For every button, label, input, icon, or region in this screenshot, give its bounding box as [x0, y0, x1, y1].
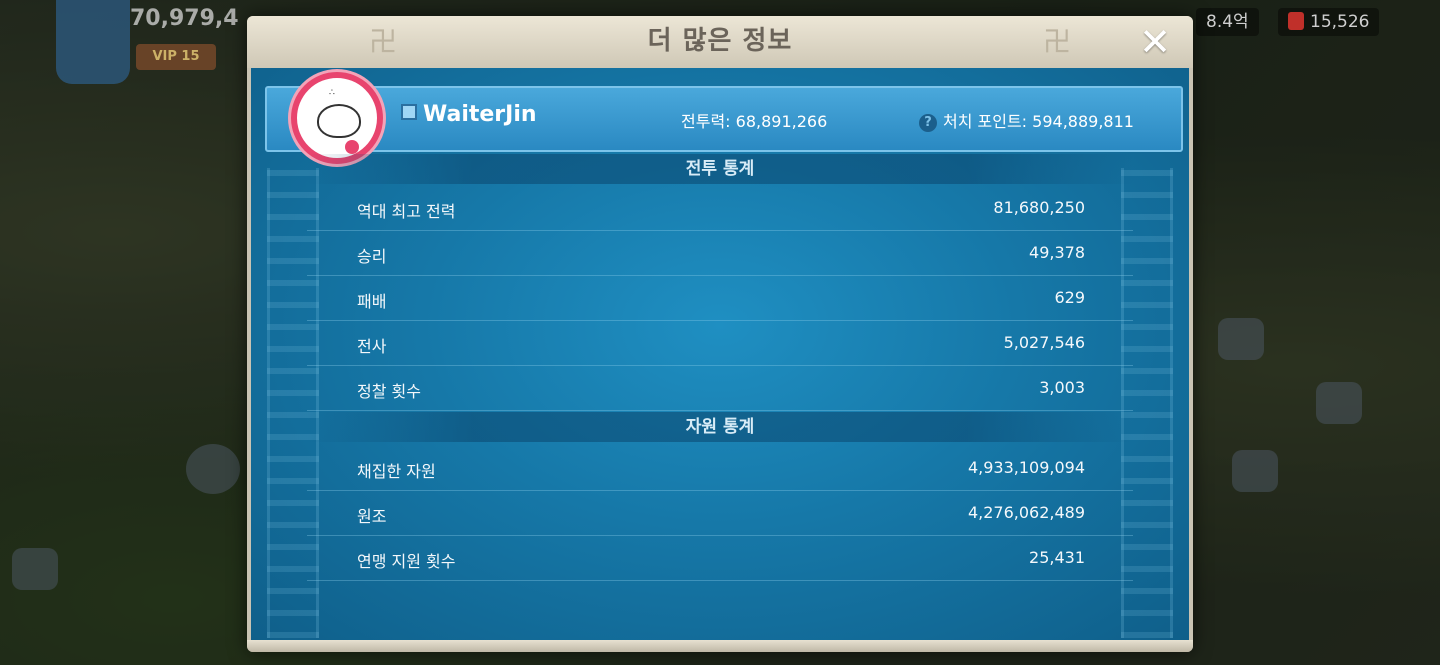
help-icon[interactable]: ?: [919, 114, 937, 132]
map-building-icon[interactable]: [1232, 450, 1278, 492]
kill-points-value: 594,889,811: [1032, 112, 1134, 131]
stat-value: 25,431: [1029, 548, 1085, 567]
stat-label: 원조: [357, 507, 387, 526]
close-button[interactable]: ✕: [1135, 22, 1175, 62]
power-value: 68,891,266: [735, 112, 828, 131]
modal-titlebar: 卍 더 많은 정보 卍 ✕: [247, 16, 1193, 68]
profile-header: ∴ WaiterJin 전투력: 68,891,266 ? 처치 포인트: 594…: [265, 72, 1183, 164]
kill-points-label: 처치 포인트:: [943, 112, 1028, 131]
stat-label: 연맹 지원 횟수: [357, 552, 456, 571]
hud-vip-badge[interactable]: VIP 15: [136, 44, 216, 70]
hud-resource-b-value: 15,526: [1310, 12, 1370, 32]
heart-icon: [345, 140, 359, 154]
stat-label: 전사: [357, 337, 387, 356]
hud-resource-a-value: 8.4억: [1206, 12, 1249, 32]
stat-value: 81,680,250: [993, 198, 1085, 217]
kill-points-stat: ? 처치 포인트: 594,889,811: [919, 108, 1134, 132]
battle-stats-header: 전투 통계: [307, 154, 1133, 184]
map-building-icon[interactable]: [1218, 318, 1264, 360]
power-label: 전투력:: [681, 112, 731, 131]
player-name[interactable]: WaiterJin: [401, 102, 537, 127]
power-stat: 전투력: 68,891,266: [681, 108, 827, 132]
copy-icon[interactable]: [401, 104, 417, 120]
stat-label: 정찰 횟수: [357, 382, 421, 401]
stat-row: 채집한 자원 4,933,109,094: [307, 446, 1133, 491]
stat-label: 채집한 자원: [357, 462, 436, 481]
player-name-text: WaiterJin: [423, 102, 537, 127]
hud-resource-b: 15,526: [1278, 8, 1380, 36]
stat-label: 역대 최고 전력: [357, 202, 456, 221]
stat-row: 정찰 횟수 3,003: [307, 366, 1133, 411]
resource-stats-header: 자원 통계: [307, 412, 1133, 442]
stat-value: 4,276,062,489: [967, 503, 1085, 522]
avatar-face-icon: [317, 104, 361, 138]
more-info-modal: 卍 더 많은 정보 卍 ✕ ∴ WaiterJin 전투력: 68,891,26…: [247, 16, 1193, 652]
hud-avatar-banner[interactable]: [56, 0, 130, 84]
player-avatar[interactable]: ∴: [291, 72, 383, 164]
map-building-icon[interactable]: [1316, 382, 1362, 424]
gem-icon: [1288, 12, 1304, 30]
map-building-icon[interactable]: [12, 548, 58, 590]
title-ornament-icon: 卍: [1042, 25, 1071, 58]
hud-resource-a: 8.4억: [1196, 8, 1259, 36]
stat-row: 패배 629: [307, 276, 1133, 321]
stat-label: 승리: [357, 247, 387, 266]
stat-row: 원조 4,276,062,489: [307, 491, 1133, 536]
avatar-caption-icon: ∴: [329, 88, 335, 98]
stat-row: 전사 5,027,546: [307, 321, 1133, 366]
hud-power: 70,979,4: [130, 6, 239, 31]
stat-value: 5,027,546: [1003, 333, 1085, 352]
stat-value: 4,933,109,094: [967, 458, 1085, 477]
stat-row: 승리 49,378: [307, 231, 1133, 276]
stat-value: 49,378: [1029, 243, 1085, 262]
stat-value: 3,003: [1039, 378, 1085, 397]
stat-row: 역대 최고 전력 81,680,250: [307, 186, 1133, 231]
stat-value: 629: [1054, 288, 1085, 307]
stat-row: 연맹 지원 횟수 25,431: [307, 536, 1133, 581]
modal-content: ∴ WaiterJin 전투력: 68,891,266 ? 처치 포인트: 594…: [251, 68, 1189, 640]
map-building-icon[interactable]: [186, 444, 240, 494]
title-ornament-icon: 卍: [368, 25, 397, 58]
stat-label: 패배: [357, 292, 387, 311]
modal-bottom-bar: [247, 640, 1193, 652]
